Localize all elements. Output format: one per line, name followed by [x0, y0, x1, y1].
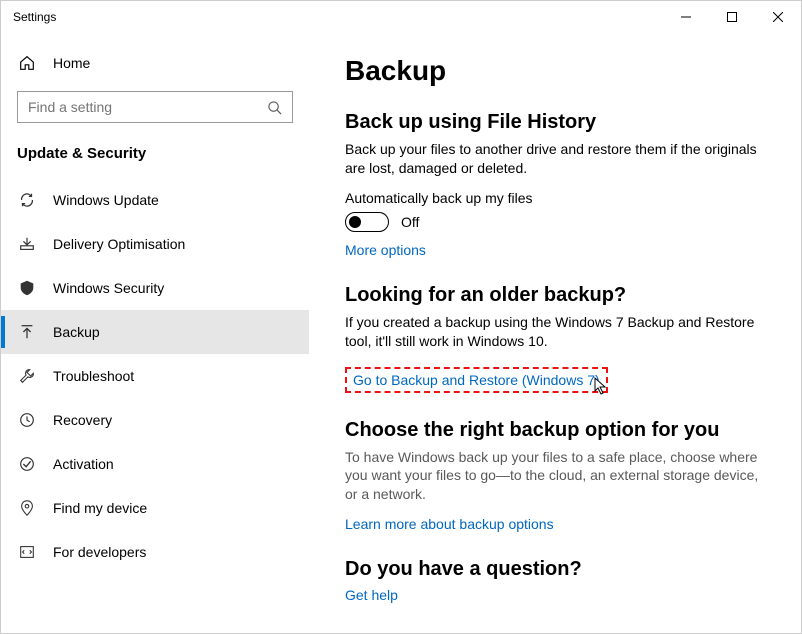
window-title: Settings [13, 10, 56, 24]
choose-option-desc: To have Windows back up your files to a … [345, 448, 765, 505]
sidebar-item-find-my-device[interactable]: Find my device [1, 486, 309, 530]
toggle-label: Automatically back up my files [345, 190, 765, 206]
sidebar-item-delivery-optimisation[interactable]: Delivery Optimisation [1, 222, 309, 266]
search-icon [267, 100, 282, 115]
delivery-icon [17, 235, 37, 253]
shield-icon [17, 279, 37, 297]
question-heading: Do you have a question? [345, 558, 765, 581]
sidebar-item-windows-security[interactable]: Windows Security [1, 266, 309, 310]
older-backup-heading: Looking for an older backup? [345, 284, 765, 307]
home-label: Home [53, 55, 90, 71]
recovery-icon [17, 411, 37, 429]
sync-icon [17, 191, 37, 209]
check-icon [17, 455, 37, 473]
highlight-annotation: Go to Backup and Restore (Windows 7) [345, 367, 608, 393]
more-options-link[interactable]: More options [345, 242, 426, 258]
sidebar-item-label: Activation [53, 456, 114, 472]
location-icon [17, 499, 37, 517]
get-help-link[interactable]: Get help [345, 587, 398, 603]
sidebar-item-recovery[interactable]: Recovery [1, 398, 309, 442]
home-icon [17, 54, 37, 72]
sidebar-section-header: Update & Security [1, 135, 309, 178]
sidebar-item-label: Troubleshoot [53, 368, 134, 384]
sidebar-item-troubleshoot[interactable]: Troubleshoot [1, 354, 309, 398]
main-content: Backup Back up using File History Back u… [309, 33, 801, 633]
sidebar-item-label: Find my device [53, 500, 147, 516]
sidebar-item-windows-update[interactable]: Windows Update [1, 178, 309, 222]
wrench-icon [17, 367, 37, 385]
backup-restore-win7-link[interactable]: Go to Backup and Restore (Windows 7) [353, 372, 600, 388]
developer-icon [17, 543, 37, 561]
backup-icon [17, 323, 37, 341]
sidebar-item-label: Delivery Optimisation [53, 236, 185, 252]
sidebar: Home Update & Security Windows Update De… [1, 33, 309, 633]
older-backup-desc: If you created a backup using the Window… [345, 313, 765, 351]
maximize-button[interactable] [709, 1, 755, 33]
file-history-heading: Back up using File History [345, 111, 765, 134]
page-title: Backup [345, 55, 765, 87]
auto-backup-toggle[interactable] [345, 212, 389, 232]
file-history-desc: Back up your files to another drive and … [345, 140, 765, 178]
sidebar-item-label: Windows Security [53, 280, 164, 296]
choose-option-heading: Choose the right backup option for you [345, 419, 765, 442]
sidebar-item-activation[interactable]: Activation [1, 442, 309, 486]
close-button[interactable] [755, 1, 801, 33]
titlebar: Settings [1, 1, 801, 33]
sidebar-item-label: For developers [53, 544, 146, 560]
sidebar-item-for-developers[interactable]: For developers [1, 530, 309, 574]
cursor-icon [594, 377, 608, 395]
minimize-button[interactable] [663, 1, 709, 33]
toggle-state: Off [401, 214, 419, 230]
sidebar-item-backup[interactable]: Backup [1, 310, 309, 354]
sidebar-item-label: Windows Update [53, 192, 159, 208]
sidebar-item-label: Recovery [53, 412, 112, 428]
learn-more-link[interactable]: Learn more about backup options [345, 516, 554, 532]
search-input[interactable] [28, 99, 267, 115]
home-nav[interactable]: Home [1, 43, 309, 83]
search-box[interactable] [17, 91, 293, 123]
sidebar-item-label: Backup [53, 324, 100, 340]
